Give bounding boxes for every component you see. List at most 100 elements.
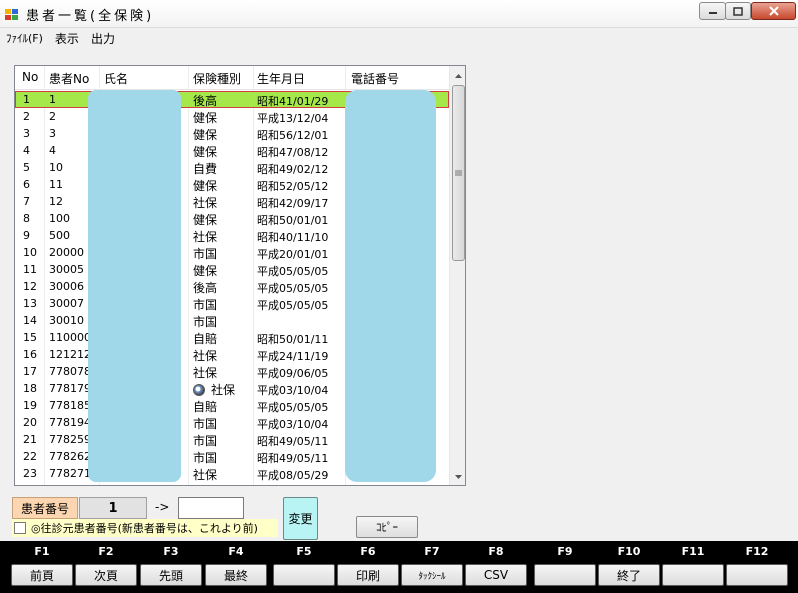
fkey-button-f8[interactable]: CSV bbox=[465, 564, 527, 586]
fkey-button-f9[interactable] bbox=[534, 564, 596, 586]
patient-number: 778271 bbox=[49, 467, 91, 480]
date-of-birth: 平成05/05/05 bbox=[257, 401, 329, 414]
change-button[interactable]: 変更 bbox=[283, 497, 318, 540]
row-number: 15 bbox=[23, 331, 37, 344]
patient-number: 3 bbox=[49, 127, 56, 140]
home-visit-origin-checkbox-row[interactable]: ◎往診元患者番号(新患者番号は、これより前) bbox=[12, 519, 278, 537]
patient-number: 121212 bbox=[49, 348, 91, 361]
row-number: 23 bbox=[23, 467, 37, 480]
date-of-birth: 昭和42/09/17 bbox=[257, 197, 329, 210]
insurance-type: 社保 bbox=[193, 228, 217, 245]
column-header-name[interactable]: 氏名 bbox=[104, 70, 128, 87]
column-header-dob[interactable]: 生年月日 bbox=[257, 70, 305, 87]
maximize-icon bbox=[733, 6, 743, 16]
fkey-label-f8: F8 bbox=[488, 545, 504, 558]
fkey-label-f11: F11 bbox=[681, 545, 705, 558]
scroll-thumb[interactable] bbox=[452, 85, 465, 261]
fkey-button-f3[interactable]: 先頭 bbox=[140, 564, 202, 586]
scroll-down-button[interactable] bbox=[450, 468, 465, 485]
fkey-label-f9: F9 bbox=[557, 545, 573, 558]
home-visit-origin-checkbox[interactable] bbox=[14, 522, 26, 534]
fkey-button-f10[interactable]: 終了 bbox=[598, 564, 660, 586]
patient-number: 12 bbox=[49, 195, 63, 208]
copy-button[interactable]: ｺﾋﾟｰ bbox=[356, 516, 418, 538]
patient-list-window: 患者一覧(全保険) ﾌｧｲﾙ(F) 表示 出力 No 患者No 氏名 保険種別 … bbox=[0, 0, 798, 593]
row-number: 1 bbox=[23, 93, 30, 106]
menu-bar: ﾌｧｲﾙ(F) 表示 出力 bbox=[0, 28, 798, 48]
close-icon bbox=[768, 6, 779, 16]
grip-icon bbox=[455, 170, 462, 176]
fkey-button-f1[interactable]: 前頁 bbox=[11, 564, 73, 586]
maximize-button[interactable] bbox=[725, 2, 751, 20]
column-header-phone[interactable]: 電話番号 bbox=[351, 70, 399, 87]
insurance-type: 後高 bbox=[193, 279, 217, 296]
patient-number: 778259 bbox=[49, 433, 91, 446]
insurance-type: 社保 bbox=[193, 347, 217, 364]
menu-output[interactable]: 出力 bbox=[91, 30, 115, 47]
insurance-type: 社保 bbox=[193, 466, 217, 483]
patient-number: 110000 bbox=[49, 331, 91, 344]
insurance-type: 市国 bbox=[193, 432, 217, 449]
row-number: 2 bbox=[23, 110, 30, 123]
fkey-button-f2[interactable]: 次頁 bbox=[75, 564, 137, 586]
date-of-birth: 平成24/11/19 bbox=[257, 350, 329, 363]
date-of-birth: 平成03/10/04 bbox=[257, 384, 329, 397]
app-icon bbox=[5, 9, 18, 20]
fkey-button-f4[interactable]: 最終 bbox=[205, 564, 267, 586]
patient-number: 778179 bbox=[49, 382, 91, 395]
insurance-type-text: 健保 bbox=[193, 145, 218, 159]
insurance-type: 後高 bbox=[193, 92, 217, 109]
fkey-button-f12[interactable] bbox=[726, 564, 788, 586]
patient-number: 4 bbox=[49, 144, 56, 157]
row-number: 13 bbox=[23, 297, 37, 310]
fkey-label-f5: F5 bbox=[296, 545, 312, 558]
column-header-no[interactable]: No bbox=[22, 70, 38, 84]
vertical-scrollbar[interactable] bbox=[449, 66, 465, 485]
patient-number: 2 bbox=[49, 110, 56, 123]
patient-number: 20000 bbox=[49, 246, 84, 259]
insurance-type: 社保 bbox=[193, 194, 217, 211]
redacted-phone-column bbox=[345, 90, 436, 482]
menu-view[interactable]: 表示 bbox=[55, 30, 79, 47]
insurance-type: 市国 bbox=[193, 415, 217, 432]
new-patient-no-input[interactable] bbox=[178, 497, 244, 519]
scroll-up-button[interactable] bbox=[450, 67, 465, 84]
close-button[interactable] bbox=[751, 2, 796, 20]
insurance-type-text: 社保 bbox=[193, 366, 218, 380]
column-header-insurance[interactable]: 保険種別 bbox=[193, 70, 241, 87]
fkey-label-f6: F6 bbox=[360, 545, 376, 558]
date-of-birth: 昭和41/01/29 bbox=[257, 95, 329, 108]
patient-no-label: 患者番号 bbox=[12, 497, 78, 519]
row-number: 10 bbox=[23, 246, 37, 259]
row-number: 18 bbox=[23, 382, 37, 395]
fkey-button-f6[interactable]: 印刷 bbox=[337, 564, 399, 586]
fkey-button-f5[interactable] bbox=[273, 564, 335, 586]
minimize-button[interactable] bbox=[699, 2, 726, 20]
insurance-type-text: 市国 bbox=[193, 451, 218, 465]
patient-number: 778262 bbox=[49, 450, 91, 463]
patient-number: 1 bbox=[49, 93, 56, 106]
patient-number: 30005 bbox=[49, 263, 84, 276]
insurance-type-text: 市国 bbox=[193, 298, 218, 312]
column-header-patient-no[interactable]: 患者No bbox=[49, 70, 89, 87]
checkbox-label: ◎往診元患者番号(新患者番号は、これより前) bbox=[31, 522, 258, 535]
patient-number: 11 bbox=[49, 178, 63, 191]
insurance-type-text: 健保 bbox=[193, 264, 218, 278]
insurance-type: 健保 bbox=[193, 211, 217, 228]
insurance-type: 市国 bbox=[193, 296, 217, 313]
date-of-birth: 平成05/05/05 bbox=[257, 265, 329, 278]
date-of-birth: 昭和52/05/12 bbox=[257, 180, 329, 193]
fkey-button-f11[interactable] bbox=[662, 564, 724, 586]
menu-file[interactable]: ﾌｧｲﾙ(F) bbox=[6, 30, 43, 46]
date-of-birth: 昭和40/11/10 bbox=[257, 231, 329, 244]
row-number: 21 bbox=[23, 433, 37, 446]
row-number: 22 bbox=[23, 450, 37, 463]
fkey-button-f7[interactable]: ﾀｯｸｼｰﾙ bbox=[401, 564, 463, 586]
patient-number: 10 bbox=[49, 161, 63, 174]
insurance-type-text: 健保 bbox=[193, 213, 218, 227]
insurance-type: 市国 bbox=[193, 313, 217, 330]
insurance-type: 自賠 bbox=[193, 330, 217, 347]
row-number: 12 bbox=[23, 280, 37, 293]
row-number: 5 bbox=[23, 161, 30, 174]
insurance-type-text: 後高 bbox=[193, 281, 218, 295]
